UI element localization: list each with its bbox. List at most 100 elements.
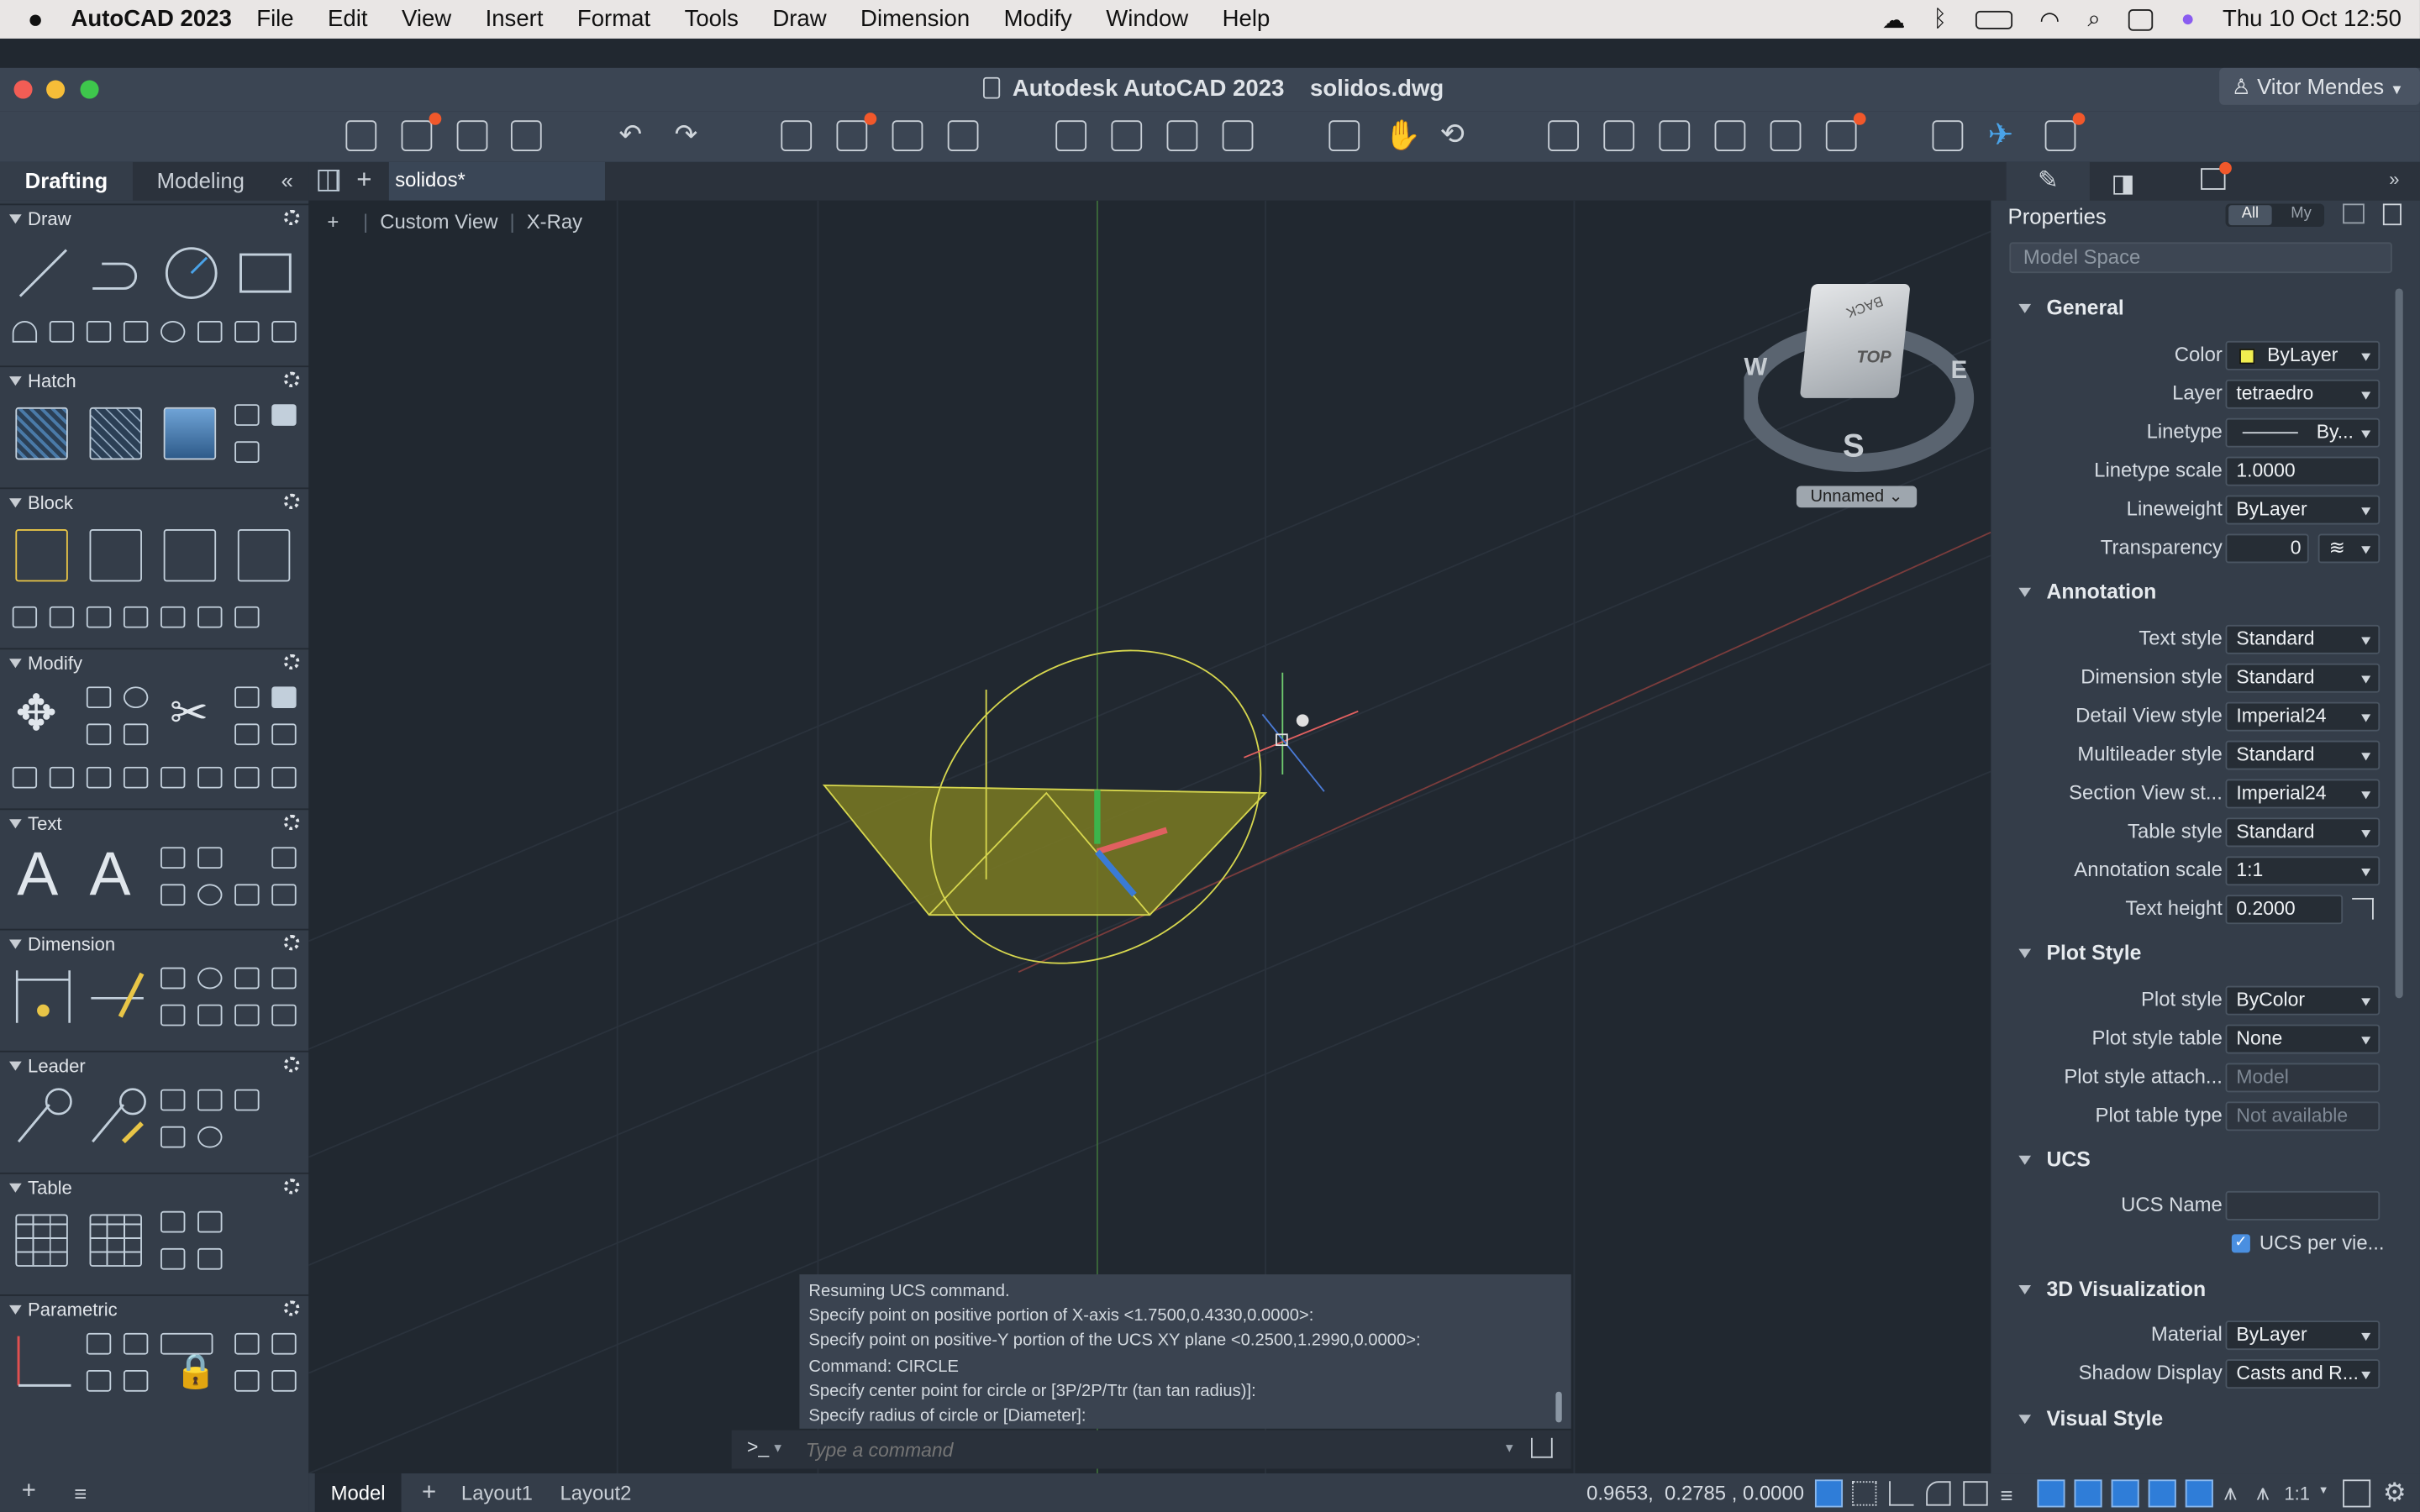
section-view-style-dropdown[interactable]: Imperial24: [2225, 779, 2381, 809]
dimension-style-dropdown[interactable]: Standard: [2225, 663, 2381, 693]
filter-all-button[interactable]: All: [2228, 205, 2272, 226]
command-prompt-icon[interactable]: >_: [747, 1436, 769, 1458]
manage-attributes-icon[interactable]: [86, 606, 112, 628]
history-scrollbar[interactable]: [1555, 1391, 1562, 1423]
wifi-icon[interactable]: ◠: [2039, 5, 2060, 33]
close-window-button[interactable]: [13, 80, 33, 99]
dimension-style-icon[interactable]: [87, 964, 148, 1026]
send-icon[interactable]: ✈: [1988, 116, 2014, 155]
export-pdf-icon[interactable]: [271, 847, 297, 869]
copy-icon[interactable]: [86, 686, 112, 709]
zoom-window-button[interactable]: [80, 80, 99, 99]
publish-icon[interactable]: [947, 120, 979, 151]
hatch-lines-icon[interactable]: [86, 321, 112, 343]
undo-icon[interactable]: ↶: [619, 118, 643, 151]
menu-tools[interactable]: Tools: [685, 6, 739, 32]
edit-block-icon[interactable]: [163, 528, 217, 582]
selection-cycling-icon[interactable]: [2185, 1479, 2213, 1508]
line-icon[interactable]: [15, 245, 71, 301]
extract-data-icon[interactable]: [197, 606, 223, 628]
chamfer-icon[interactable]: [86, 766, 112, 789]
redo-icon[interactable]: ↷: [675, 118, 698, 151]
explode-icon[interactable]: [12, 766, 38, 789]
shadow-display-dropdown[interactable]: Casts and R...: [2225, 1359, 2381, 1389]
linear-dimension-icon[interactable]: [13, 964, 74, 1026]
ucs-name-field[interactable]: [2225, 1190, 2381, 1221]
new-tab-button[interactable]: +: [356, 165, 371, 197]
extract-table-icon[interactable]: [160, 1210, 186, 1233]
object-tracking-icon[interactable]: [2111, 1479, 2139, 1508]
insert-block-icon[interactable]: [1659, 120, 1691, 151]
create-block-icon[interactable]: [15, 528, 68, 582]
menu-format[interactable]: Format: [577, 6, 650, 32]
transparency-field[interactable]: 0: [2225, 533, 2309, 564]
lineweight-toggle-icon[interactable]: ≡: [2000, 1483, 2012, 1507]
settings-gear-icon[interactable]: ⚙: [2383, 1478, 2407, 1509]
plot-style-dropdown[interactable]: ByColor: [2225, 985, 2381, 1016]
selection-dropdown[interactable]: Model Space: [2009, 242, 2392, 274]
transparency-dropdown[interactable]: ≋: [2317, 533, 2381, 564]
table-update-icon[interactable]: [197, 1247, 223, 1270]
chevron-down-icon[interactable]: ▼: [1503, 1441, 1516, 1455]
multiline-text-icon[interactable]: A: [17, 841, 58, 911]
filter-my-button[interactable]: My: [2281, 205, 2322, 222]
align-icon[interactable]: [234, 766, 260, 789]
scale-text-icon[interactable]: [234, 884, 260, 906]
ucs-menu[interactable]: Unnamed ⌄: [1796, 486, 1918, 508]
delete-constraints-icon[interactable]: [234, 1369, 260, 1392]
chevron-down-icon[interactable]: ▼: [771, 1441, 784, 1455]
menu-file[interactable]: File: [256, 6, 293, 32]
insert-block-icon[interactable]: [89, 528, 142, 582]
align-leaders-icon[interactable]: [197, 1089, 223, 1111]
cube-face-top[interactable]: TOP: [1857, 349, 1891, 367]
linetype-dropdown[interactable]: By...: [2225, 417, 2381, 448]
color-dropdown[interactable]: ByLayer: [2225, 340, 2381, 370]
pick-point-icon[interactable]: [2352, 897, 2374, 920]
palette-menu-icon[interactable]: ≡: [74, 1481, 87, 1505]
define-attribute-icon[interactable]: [12, 606, 38, 628]
lengthen-icon[interactable]: [197, 766, 223, 789]
circle-icon[interactable]: [164, 245, 219, 301]
bluetooth-icon[interactable]: ᛒ: [1933, 6, 1947, 32]
gear-icon[interactable]: [283, 1300, 300, 1316]
remove-leader-icon[interactable]: [160, 1126, 186, 1148]
baseline-dimension-icon[interactable]: [234, 967, 260, 990]
menu-modify[interactable]: Modify: [1004, 6, 1072, 32]
add-leader-icon[interactable]: [160, 1089, 186, 1111]
region-hatch-icon[interactable]: [234, 404, 260, 426]
polar-toggle-icon[interactable]: [1926, 1481, 1951, 1506]
control-center-icon[interactable]: [2128, 8, 2154, 30]
menu-window[interactable]: Window: [1106, 6, 1188, 32]
annotation-scale-dropdown[interactable]: 1:1: [2225, 856, 2381, 886]
siri-icon[interactable]: ●: [2181, 6, 2195, 32]
section-table-title[interactable]: Table: [0, 1174, 308, 1202]
xref-icon[interactable]: [1714, 120, 1746, 151]
save-as-icon[interactable]: [510, 120, 542, 151]
table-export-icon[interactable]: [160, 1247, 186, 1270]
break-icon[interactable]: [123, 766, 149, 789]
multileader-icon[interactable]: [13, 1086, 74, 1147]
category-annotation[interactable]: Annotation: [2007, 574, 2392, 611]
lock-icon[interactable]: 🔒: [175, 1352, 217, 1392]
category-3d-visualization[interactable]: 3D Visualization: [2007, 1271, 2392, 1308]
tab-solidos[interactable]: solidos*: [388, 161, 605, 201]
ortho-toggle-icon[interactable]: [1889, 1481, 1914, 1506]
category-general[interactable]: General: [2007, 290, 2392, 327]
menu-insert[interactable]: Insert: [486, 6, 544, 32]
gear-icon[interactable]: [283, 814, 300, 831]
export-icon[interactable]: [1111, 120, 1143, 151]
tab-drafting[interactable]: Drafting: [0, 161, 133, 201]
plot-style-table-dropdown[interactable]: None: [2225, 1024, 2381, 1054]
rectangle-icon[interactable]: [238, 245, 293, 301]
collect-leaders-icon[interactable]: [234, 1089, 260, 1111]
gear-icon[interactable]: [283, 654, 300, 670]
gear-icon[interactable]: [283, 371, 300, 388]
move-icon[interactable]: ✥: [15, 684, 56, 743]
compass-east[interactable]: E: [1951, 358, 1968, 386]
measure-icon[interactable]: [1770, 120, 1802, 151]
menu-help[interactable]: Help: [1223, 6, 1270, 32]
multileader-style-icon[interactable]: [87, 1086, 148, 1147]
rotate-icon[interactable]: [123, 686, 149, 709]
match-properties-icon[interactable]: [1603, 120, 1635, 151]
view-cube[interactable]: TOP BACK W E S Unnamed ⌄: [1744, 262, 1975, 524]
